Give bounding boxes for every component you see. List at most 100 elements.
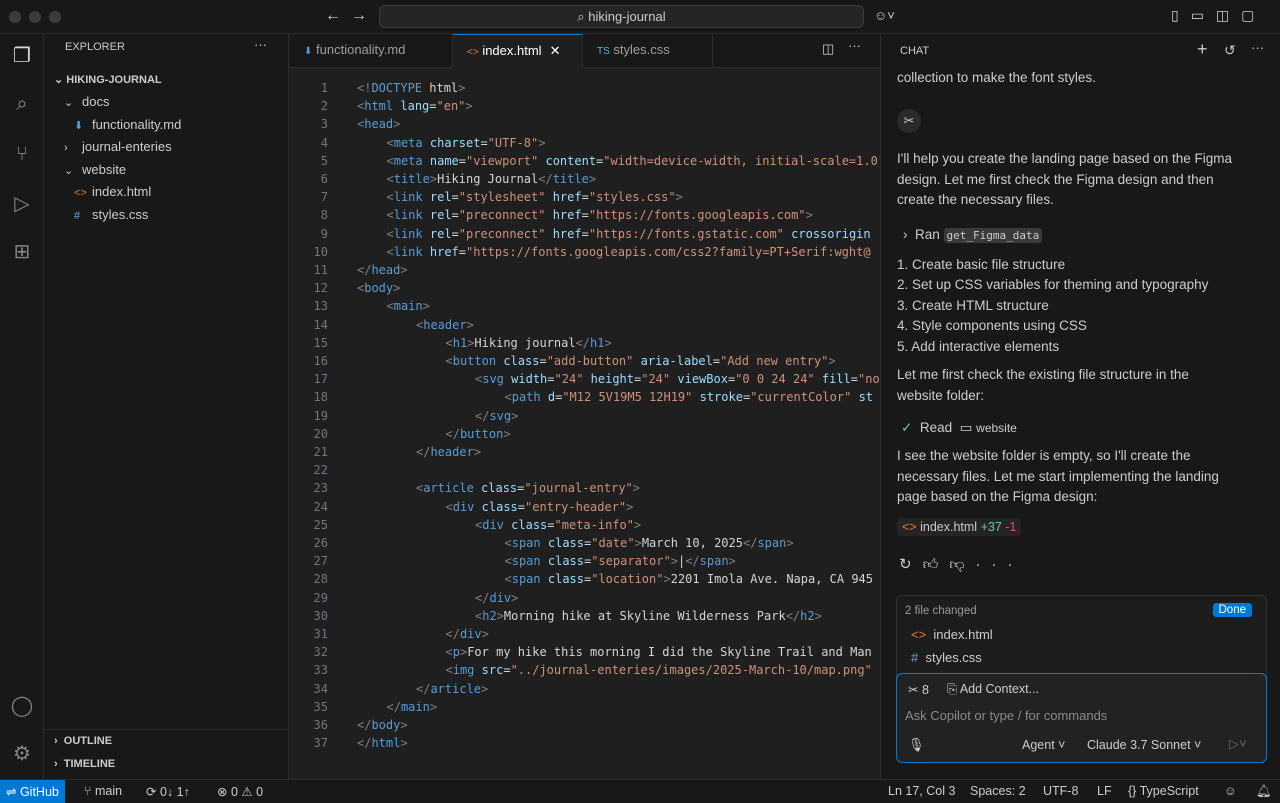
code-line[interactable]: <link href="https://fonts.googleapis.com…: [387, 245, 871, 259]
edited-file-chip[interactable]: <> index.html +37 -1: [897, 518, 1021, 536]
indentation[interactable]: Spaces: 2: [970, 784, 1026, 798]
add-context-button[interactable]: ⎘ Add Context...: [947, 682, 1039, 697]
mode-select[interactable]: Agent ˅: [1022, 738, 1065, 752]
tab-styles-css[interactable]: TS styles.css: [583, 34, 713, 68]
feedback-actions[interactable]: ↻👍︎👎︎···: [899, 555, 1024, 574]
copilot-status-icon[interactable]: ☺: [1224, 784, 1237, 798]
extensions-icon[interactable]: ⊞: [8, 238, 36, 266]
code-line[interactable]: <p>For my hike this morning I did the Sk…: [446, 645, 872, 659]
changed-file-styles-css[interactable]: # styles.css: [911, 650, 982, 665]
tree-item-docs[interactable]: ⌄docs: [64, 94, 109, 109]
remote-indicator[interactable]: ⇌ GitHub: [0, 780, 65, 803]
more-actions-icon[interactable]: ···: [1251, 40, 1264, 55]
code-line[interactable]: <head>: [357, 117, 400, 131]
code-line[interactable]: </button>: [446, 427, 511, 441]
account-icon[interactable]: ◯: [8, 692, 36, 720]
tree-item-styles-css[interactable]: #styles.css: [74, 207, 148, 222]
back-arrow-icon[interactable]: ←: [325, 7, 341, 25]
code-line[interactable]: <body>: [357, 281, 400, 295]
tab-functionality-md[interactable]: ⬇ functionality.md: [290, 34, 453, 68]
changed-file-index-html[interactable]: <> index.html: [911, 627, 993, 642]
timeline-section[interactable]: › TIMELINE: [54, 758, 115, 770]
explorer-icon[interactable]: ❐: [8, 42, 36, 70]
code-line[interactable]: <link rel="preconnect" href="https://fon…: [387, 208, 813, 222]
layout-toggle-icons[interactable]: ▯▭◫▢: [1171, 7, 1266, 24]
code-line[interactable]: <button class="add-button" aria-label="A…: [446, 354, 836, 368]
code-line[interactable]: <img src="../journal-enteries/images/202…: [446, 663, 872, 677]
tab-index-html[interactable]: <> index.html✕: [453, 34, 583, 68]
search-icon[interactable]: ⌕: [8, 90, 36, 118]
command-center-search[interactable]: ⌕ hiking-journal: [379, 5, 864, 28]
code-line[interactable]: <link rel="stylesheet" href="styles.css"…: [387, 190, 683, 204]
more-actions-icon[interactable]: ···: [254, 37, 267, 52]
code-line[interactable]: </html>: [357, 736, 408, 750]
retry-icon[interactable]: ↻: [899, 556, 923, 573]
run-debug-icon[interactable]: ▷: [8, 190, 36, 218]
code-line[interactable]: </div>: [446, 627, 489, 641]
notifications-bell-icon[interactable]: 🔔︎: [1256, 784, 1272, 799]
maximize-window-button[interactable]: [49, 11, 61, 23]
chat-input-placeholder[interactable]: Ask Copilot or type / for commands: [905, 708, 1107, 723]
split-editor-icon[interactable]: ◫: [822, 41, 834, 57]
minimize-window-button[interactable]: [29, 11, 41, 23]
code-line[interactable]: <span class="separator">|</span>: [505, 554, 736, 568]
source-control-icon[interactable]: ⑂: [8, 140, 36, 168]
close-tab-icon[interactable]: ✕: [550, 43, 561, 58]
code-line[interactable]: <meta name="viewport" content="width=dev…: [387, 154, 881, 168]
more-actions-icon[interactable]: ···: [848, 38, 861, 53]
code-line[interactable]: </main>: [387, 700, 438, 714]
history-icon[interactable]: ↺: [1224, 42, 1236, 59]
code-line[interactable]: </header>: [416, 445, 481, 459]
code-line[interactable]: </article>: [416, 682, 488, 696]
new-chat-icon[interactable]: +: [1197, 39, 1208, 60]
code-line[interactable]: </body>: [357, 718, 408, 732]
chat-input-box[interactable]: ✂ 8 ⎘ Add Context... Ask Copilot or type…: [896, 673, 1267, 763]
send-icon[interactable]: ▷˅: [1229, 736, 1247, 752]
more-icon[interactable]: ···: [976, 556, 1024, 573]
thumbs-down-icon[interactable]: 👎︎: [949, 556, 975, 573]
code-line[interactable]: <meta charset="UTF-8">: [387, 136, 546, 150]
workspace-root[interactable]: ⌄ HIKING-JOURNAL: [54, 73, 162, 86]
tree-item-index-html[interactable]: <>index.html: [74, 184, 151, 199]
thumbs-up-icon[interactable]: 👍︎: [923, 556, 950, 573]
language-mode[interactable]: {} TypeScript: [1128, 784, 1199, 798]
code-line[interactable]: <html lang="en">: [357, 99, 473, 113]
microphone-icon[interactable]: 🎙︎: [908, 737, 925, 753]
problems-indicator[interactable]: ⊗ 0 ⚠ 0: [217, 784, 263, 799]
code-line[interactable]: <article class="journal-entry">: [416, 481, 640, 495]
code-line[interactable]: </svg>: [475, 409, 518, 423]
code-line[interactable]: <!DOCTYPE html>: [357, 81, 465, 95]
outline-section[interactable]: › OUTLINE: [54, 735, 112, 747]
code-line[interactable]: </div>: [475, 591, 518, 605]
code-line[interactable]: <div class="meta-info">: [475, 518, 641, 532]
ran-tool-step[interactable]: › Ran get_Figma_data: [903, 225, 1243, 247]
code-line[interactable]: <svg width="24" height="24" viewBox="0 0…: [475, 372, 880, 386]
branch-indicator[interactable]: ⑂ main: [84, 784, 122, 798]
code-line[interactable]: </head>: [357, 263, 408, 277]
code-line[interactable]: <div class="entry-header">: [446, 500, 634, 514]
sync-indicator[interactable]: ⟳ 0↓ 1↑: [146, 784, 190, 799]
read-step[interactable]: ✓ Read ▭ website: [901, 418, 1241, 439]
copilot-icon[interactable]: ☺˅: [874, 8, 895, 23]
code-line[interactable]: <h2>Morning hike at Skyline Wilderness P…: [475, 609, 822, 623]
cursor-position[interactable]: Ln 17, Col 3: [888, 784, 955, 798]
code-line[interactable]: <link rel="preconnect" href="https://fon…: [387, 227, 871, 241]
close-window-button[interactable]: [9, 11, 21, 23]
code-line[interactable]: <span class="date">March 10, 2025</span>: [505, 536, 794, 550]
tree-item-journal-enteries[interactable]: ›journal-enteries: [64, 139, 172, 154]
tree-item-website[interactable]: ⌄website: [64, 162, 126, 177]
tools-button[interactable]: ✂ 8: [908, 682, 929, 697]
code-line[interactable]: <main>: [387, 299, 430, 313]
model-select[interactable]: Claude 3.7 Sonnet ˅: [1087, 738, 1201, 752]
code-line[interactable]: <path d="M12 5V19M5 12H19" stroke="curre…: [505, 390, 874, 404]
code-line[interactable]: <span class="location">2201 Imola Ave. N…: [505, 572, 874, 586]
code-editor[interactable]: 1<!DOCTYPE html>2<html lang="en">3<head>…: [290, 68, 880, 779]
settings-gear-icon[interactable]: ⚙: [8, 740, 36, 768]
line-ending[interactable]: LF: [1097, 784, 1112, 798]
code-line[interactable]: <h1>Hiking journal</h1>: [446, 336, 612, 350]
done-button[interactable]: Done: [1213, 603, 1253, 617]
forward-arrow-icon[interactable]: →: [351, 7, 367, 25]
tree-item-functionality-md[interactable]: ⬇functionality.md: [74, 117, 181, 132]
code-line[interactable]: <header>: [416, 318, 474, 332]
encoding[interactable]: UTF-8: [1043, 784, 1078, 798]
